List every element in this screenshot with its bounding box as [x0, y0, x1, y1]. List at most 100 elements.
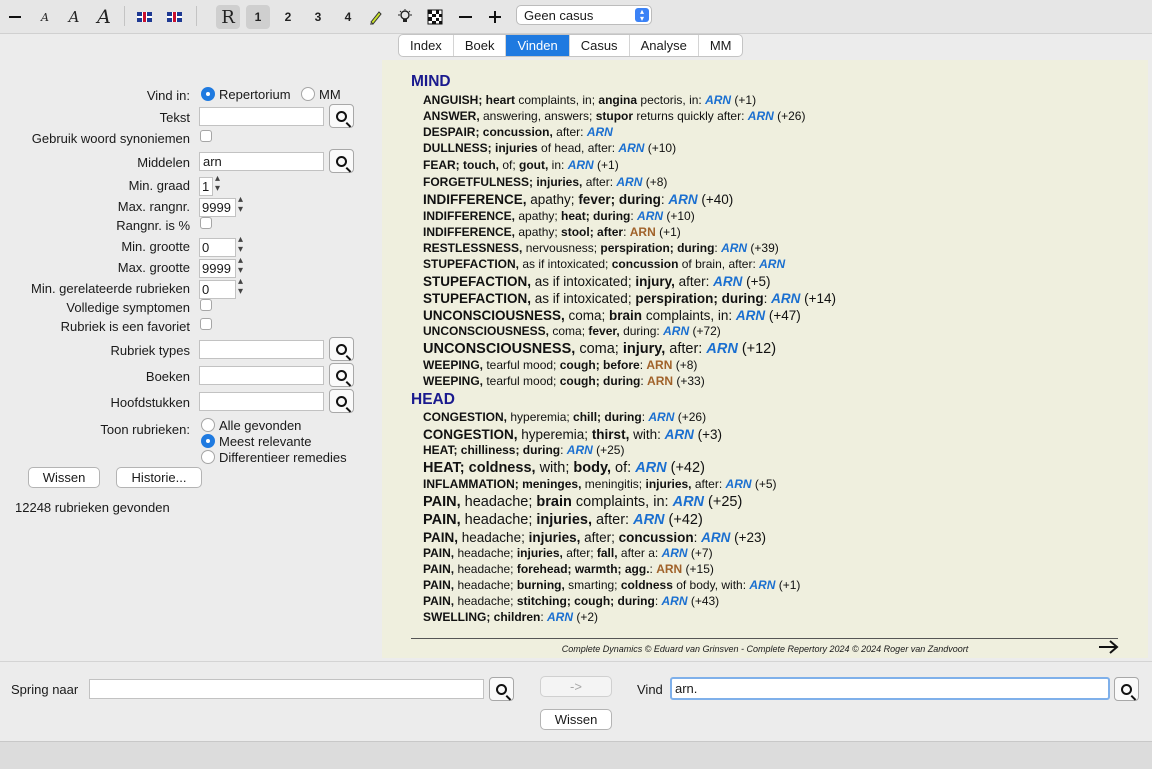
rubric-row[interactable]: SWELLING; children: ARN (+2) — [423, 610, 598, 624]
rubric-row[interactable]: INFLAMMATION; meninges, meningitis; inju… — [423, 477, 777, 491]
font-small-icon[interactable]: A — [33, 5, 57, 29]
rubric-row[interactable]: UNCONSCIOUSNESS, coma; injury, after: AR… — [423, 341, 776, 357]
tekst-search-button[interactable] — [329, 104, 354, 128]
rubric-row[interactable]: PAIN, headache; brain complaints, in: AR… — [423, 494, 742, 510]
rubric-row[interactable]: PAIN, headache; forehead; warmth; agg.: … — [423, 562, 714, 576]
max-rangnr-input[interactable]: 9999 — [199, 198, 236, 217]
boeken-search-button[interactable] — [329, 363, 354, 387]
radio-repertorium[interactable] — [201, 87, 215, 101]
remedy-link[interactable]: ARN — [567, 443, 593, 457]
remedy-link[interactable]: ARN — [568, 158, 594, 172]
view-4-button[interactable]: 4 — [336, 5, 360, 29]
rangnr-pct-checkbox[interactable] — [200, 217, 212, 229]
tab-index[interactable]: Index — [399, 35, 454, 56]
synoniemen-checkbox[interactable] — [200, 130, 212, 142]
grid-icon[interactable] — [423, 5, 447, 29]
remedy-link[interactable]: ARN — [749, 578, 775, 592]
flag-uk-icon[interactable] — [132, 5, 156, 29]
remedy-link[interactable]: ARN — [759, 257, 785, 271]
middelen-search-button[interactable] — [329, 149, 354, 173]
tab-mm[interactable]: MM — [699, 35, 743, 56]
rubric-row[interactable]: PAIN, headache; injuries, after; fall, a… — [423, 546, 713, 560]
rubric-row[interactable]: INDIFFERENCE, apathy; heat; during: ARN … — [423, 209, 695, 223]
min-grootte-stepper[interactable] — [237, 234, 247, 256]
historie-button[interactable]: Historie... — [116, 467, 202, 488]
remedy-link[interactable]: ARN — [713, 274, 742, 289]
chapter-heading[interactable]: HEAD — [411, 391, 455, 409]
rubric-row[interactable]: UNCONSCIOUSNESS, coma; fever, during: AR… — [423, 324, 721, 338]
min-graad-input[interactable]: 1 — [199, 177, 213, 196]
min-gerel-input[interactable]: 0 — [199, 280, 236, 299]
tab-casus[interactable]: Casus — [570, 35, 630, 56]
remedy-link[interactable]: ARN — [618, 141, 644, 155]
bottom-wissen-button[interactable]: Wissen — [540, 709, 612, 730]
remedy-link[interactable]: ARN — [646, 358, 672, 372]
tab-boek[interactable]: Boek — [454, 35, 507, 56]
highlighter-icon[interactable] — [364, 5, 388, 29]
radio-alle-gevonden[interactable] — [201, 418, 215, 432]
remedy-link[interactable]: ARN — [726, 477, 752, 491]
arrow-button[interactable]: -> — [540, 676, 612, 697]
font-large-icon[interactable]: A — [92, 5, 116, 29]
remedy-link[interactable]: ARN — [648, 410, 674, 424]
remedy-link[interactable]: ARN — [706, 341, 737, 357]
middelen-input[interactable]: arn — [199, 152, 324, 171]
min-grootte-input[interactable]: 0 — [199, 238, 236, 257]
rubric-row[interactable]: PAIN, headache; burning, smarting; coldn… — [423, 578, 800, 592]
volledige-checkbox[interactable] — [200, 299, 212, 311]
rubric-row[interactable]: HEAT; coldness, with; body, of: ARN (+42… — [423, 460, 705, 476]
remedy-link[interactable]: ARN — [662, 546, 688, 560]
next-arrow-icon[interactable] — [1098, 638, 1120, 658]
tab-vinden[interactable]: Vinden — [506, 35, 570, 56]
rubriek-types-search-button[interactable] — [329, 337, 354, 361]
rubric-row[interactable]: WEEPING, tearful mood; cough; during: AR… — [423, 374, 705, 388]
case-select[interactable]: Geen casus ▴ ▾ — [516, 5, 652, 25]
rubric-row[interactable]: ANGUISH; heart complaints, in; angina pe… — [423, 93, 756, 107]
tab-analyse[interactable]: Analyse — [630, 35, 699, 56]
rubric-row[interactable]: HEAT; chilliness; during: ARN (+25) — [423, 443, 624, 457]
remedy-link[interactable]: ARN — [673, 494, 704, 510]
rubric-row[interactable]: DULLNESS; injuries of head, after: ARN (… — [423, 141, 676, 155]
rubric-row[interactable]: INDIFFERENCE, apathy; stool; after: ARN … — [423, 225, 681, 239]
chapter-heading[interactable]: MIND — [411, 73, 451, 91]
remedy-link[interactable]: ARN — [748, 109, 774, 123]
rubric-row[interactable]: UNCONSCIOUSNESS, coma; brain complaints,… — [423, 308, 801, 323]
remedy-link[interactable]: ARN — [705, 93, 731, 107]
radio-meest-relevante[interactable] — [201, 434, 215, 448]
remedy-link[interactable]: ARN — [547, 610, 573, 624]
max-grootte-stepper[interactable] — [237, 255, 247, 277]
rubric-row[interactable]: RESTLESSNESS, nervousness; perspiration;… — [423, 241, 779, 255]
rubric-row[interactable]: CONGESTION, hyperemia; thirst, with: ARN… — [423, 427, 722, 442]
hoofdstukken-search-button[interactable] — [329, 389, 354, 413]
wissen-button[interactable]: Wissen — [28, 467, 100, 488]
view-3-button[interactable]: 3 — [306, 5, 330, 29]
radio-mm[interactable] — [301, 87, 315, 101]
remedy-link[interactable]: ARN — [701, 530, 730, 545]
rubric-row[interactable]: STUPEFACTION, as if intoxicated; injury,… — [423, 274, 771, 289]
rubric-row[interactable]: PAIN, headache; injuries, after; concuss… — [423, 530, 766, 545]
flag-uk-icon[interactable] — [162, 5, 186, 29]
remedy-link[interactable]: ARN — [633, 512, 664, 528]
rubric-row[interactable]: PAIN, headache; stitching; cough; during… — [423, 594, 719, 608]
rubriek-types-input[interactable] — [199, 340, 324, 359]
max-rangnr-stepper[interactable] — [237, 194, 247, 216]
view-2-button[interactable]: 2 — [276, 5, 300, 29]
rubric-row[interactable]: WEEPING, tearful mood; cough; before: AR… — [423, 358, 697, 372]
radio-differentieer[interactable] — [201, 450, 215, 464]
rubric-row[interactable]: FEAR; touch, of; gout, in: ARN (+1) — [423, 158, 619, 172]
zoom-out-font-icon[interactable] — [3, 5, 27, 29]
remedy-link[interactable]: ARN — [663, 324, 689, 338]
vind-input[interactable]: arn. — [670, 677, 1110, 700]
remedy-link[interactable]: ARN — [665, 427, 694, 442]
rubric-row[interactable]: INDIFFERENCE, apathy; fever; during: ARN… — [423, 192, 733, 207]
remedy-link[interactable]: ARN — [721, 241, 747, 255]
remedy-link[interactable]: ARN — [668, 192, 697, 207]
rubric-row[interactable]: STUPEFACTION, as if intoxicated; perspir… — [423, 291, 836, 306]
repertory-icon[interactable]: R — [216, 5, 240, 29]
vind-search-button[interactable] — [1114, 677, 1139, 701]
remedy-link[interactable]: ARN — [616, 175, 642, 189]
rubric-row[interactable]: ANSWER, answering, answers; stupor retur… — [423, 109, 805, 123]
min-gerel-stepper[interactable] — [237, 276, 247, 298]
lightbulb-icon[interactable] — [393, 5, 417, 29]
remedy-link[interactable]: ARN — [630, 225, 656, 239]
